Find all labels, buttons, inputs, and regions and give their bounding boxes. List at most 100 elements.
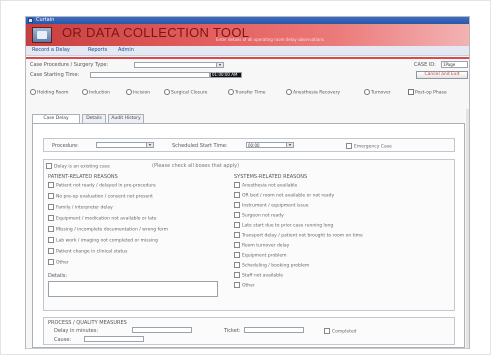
checkbox-icon [234, 222, 240, 228]
ticket-field[interactable] [244, 327, 304, 333]
menu-item-reports[interactable]: Reports [88, 47, 107, 54]
systems-reason-label: Staff not available [242, 273, 284, 279]
case-type-label: Case Procedure / Surgery Type: [30, 62, 109, 68]
existing-case-checkbox[interactable]: Delay is an existing case [46, 163, 110, 170]
checkbox-icon [234, 272, 240, 278]
radio-label: Incision [133, 90, 151, 96]
cause-field[interactable] [84, 336, 144, 342]
radio-label: Holding Room [37, 90, 69, 96]
patient-reason-checkbox[interactable]: No pre-op evaluation / consent not prese… [48, 193, 153, 200]
window-title: Curtain [36, 17, 55, 23]
checkbox-icon [346, 143, 352, 149]
case-id-field[interactable]: 1Page [441, 61, 468, 68]
systems-reasons-title: SYSTEMS-RELATED REASONS [234, 174, 308, 180]
patient-reason-checkbox[interactable]: Patient change in clinical status [48, 248, 127, 255]
radio-incision[interactable]: Incision [126, 89, 150, 97]
case-id-value: 1Page [443, 62, 456, 67]
radio-icon [30, 89, 36, 95]
radio-surgical-closure[interactable]: Surgical Closure [164, 89, 207, 97]
menu-item-admin[interactable]: Admin [118, 47, 134, 54]
patient-reason-label: Missing / incomplete documentation / wro… [56, 227, 168, 233]
checkbox-icon [234, 182, 240, 188]
patient-reason-label: Patient change in clinical status [56, 249, 128, 255]
checkbox-icon [48, 193, 54, 199]
menu-item-record-delay[interactable]: Record a Delay [32, 47, 70, 54]
radio-icon [82, 89, 88, 95]
checkbox-icon [234, 202, 240, 208]
patient-reason-checkbox[interactable]: Patient not ready / delayed in pre-proce… [48, 182, 156, 189]
systems-reason-checkbox[interactable]: Anesthesia not available [234, 182, 297, 189]
radio-icon [364, 89, 370, 95]
systems-reason-label: Anesthesia not available [242, 183, 298, 189]
patient-reason-checkbox[interactable]: Equipment / medication not available or … [48, 215, 156, 222]
checkbox-icon [408, 89, 414, 95]
systems-reason-checkbox[interactable]: Scheduling / booking problem [234, 262, 309, 269]
procedure-dropdown[interactable]: ▾ [96, 142, 154, 148]
other-details-field[interactable] [48, 281, 218, 297]
radio-icon [286, 89, 292, 95]
delay-type-radio-group: Holding Room Induction Incision Surgical… [30, 89, 468, 96]
app-icon [28, 18, 33, 23]
systems-reason-checkbox[interactable]: Other [234, 282, 255, 289]
radio-transfer-time[interactable]: Transfer Time [228, 89, 266, 97]
existing-case-label: Delay is an existing case [54, 164, 110, 170]
operating-room-logo-icon [32, 27, 52, 43]
emergency-case-checkbox[interactable]: Emergency Case [346, 143, 392, 150]
checkbox-post-op-phase[interactable]: Post-op Phase [408, 89, 447, 97]
completed-checkbox[interactable]: Completed [324, 328, 357, 335]
radio-holding-room[interactable]: Holding Room [30, 89, 68, 97]
patient-reason-checkbox[interactable]: Other [48, 259, 69, 266]
radio-anesthesia-recovery[interactable]: Anesthesia Recovery [286, 89, 340, 97]
radio-label: Transfer Time [235, 90, 266, 96]
delay-minutes-field[interactable] [132, 327, 192, 333]
checkbox-icon [234, 252, 240, 258]
tab-details[interactable]: Details [82, 114, 106, 123]
radio-label: Induction [89, 90, 110, 96]
chevron-down-icon: ▾ [216, 63, 223, 67]
checkbox-icon [234, 232, 240, 238]
radio-icon [164, 89, 170, 95]
patient-reason-checkbox[interactable]: Lab work / imaging not completed or miss… [48, 237, 158, 244]
case-start-date-field[interactable] [90, 72, 210, 78]
app-window: Curtain OR DATA COLLECTION TOOL Enter de… [25, 16, 470, 349]
checkbox-icon [234, 192, 240, 198]
patient-reason-label: Family / interpreter delay [56, 205, 113, 211]
systems-reason-label: Equipment problem [242, 253, 287, 259]
case-type-dropdown[interactable]: ▾ [134, 62, 224, 68]
radio-induction[interactable]: Induction [82, 89, 110, 97]
checkbox-icon [234, 212, 240, 218]
radio-label: Surgical Closure [171, 90, 208, 96]
systems-reason-checkbox[interactable]: Instrument / equipment issue [234, 202, 308, 209]
systems-reason-checkbox[interactable]: OR bed / room not available or not ready [234, 192, 334, 199]
systems-reason-checkbox[interactable]: Late start due to prior case running lon… [234, 222, 333, 229]
radio-icon [228, 89, 234, 95]
procedure-label: Procedure: [52, 143, 79, 149]
patient-reason-checkbox[interactable]: Family / interpreter delay [48, 204, 113, 211]
systems-reason-checkbox[interactable]: Staff not available [234, 272, 283, 279]
systems-reason-label: Surgeon not ready [242, 213, 284, 219]
systems-reason-checkbox[interactable]: Surgeon not ready [234, 212, 284, 219]
patient-reason-checkbox[interactable]: Missing / incomplete documentation / wro… [48, 226, 168, 233]
patient-reason-label: Other [56, 260, 69, 266]
systems-reason-label: Scheduling / booking problem [242, 263, 310, 269]
patient-reason-label: Lab work / imaging not completed or miss… [56, 238, 158, 244]
case-start-time-field[interactable]: 01:00:00 AM [210, 72, 242, 78]
systems-reason-checkbox[interactable]: Equipment problem [234, 252, 286, 259]
checkbox-icon [48, 182, 54, 188]
ticket-label: Ticket: [224, 328, 241, 334]
systems-reason-checkbox[interactable]: Room turnover delay [234, 242, 289, 249]
systems-reason-label: Transport delay / patient not brought to… [242, 233, 363, 239]
checkbox-icon [48, 259, 54, 265]
systems-reason-checkbox[interactable]: Transport delay / patient not brought to… [234, 232, 363, 239]
checkbox-icon [48, 204, 54, 210]
cancel-exit-button[interactable]: Cancel and Exit [416, 71, 468, 79]
radio-turnover[interactable]: Turnover [364, 89, 391, 97]
radio-label: Turnover [371, 90, 391, 96]
systems-reason-label: Other [242, 283, 255, 289]
completed-label: Completed [332, 329, 357, 335]
tab-audit-history[interactable]: Audit History [108, 114, 144, 123]
patient-reason-label: Equipment / medication not available or … [56, 216, 157, 222]
systems-reason-label: Instrument / equipment issue [242, 203, 309, 209]
vertical-scrollbar[interactable] [466, 109, 469, 349]
scheduled-start-dropdown[interactable]: 00:00 ▾ [246, 142, 294, 148]
